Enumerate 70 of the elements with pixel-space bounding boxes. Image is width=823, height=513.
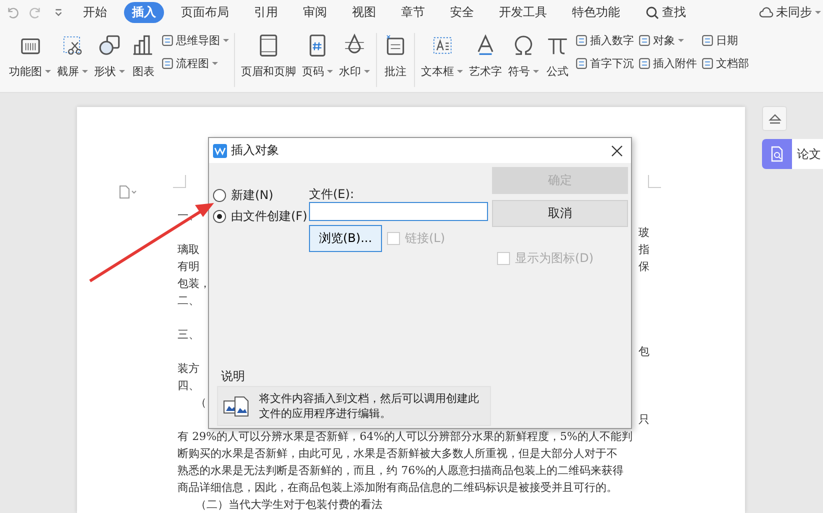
dialog-title: 插入对象 [231, 142, 279, 159]
eject-icon [768, 112, 782, 124]
side-panel-tab[interactable]: 论文 [762, 139, 823, 169]
menu-tab[interactable]: 章节 [393, 2, 433, 23]
menu-tab[interactable]: 插入 [124, 2, 164, 23]
document-text: 包 [638, 344, 650, 360]
toolbar-button[interactable]: 页眉和页脚 [238, 33, 299, 79]
description-heading: 说明 [220, 368, 245, 385]
cloud-icon [759, 6, 774, 20]
undo-icon[interactable] [6, 6, 19, 19]
document-text: 有 29%的人可以分辨水果是否新鲜，64%的人可以分辨部分水果的新鲜程度，5%的人不能判 [178, 429, 632, 445]
sync-status-button[interactable]: 未同步 [759, 4, 821, 21]
toolbar-button[interactable]: 首字下沉 [575, 56, 634, 71]
document-text: 断购买的水果是否新鲜，由此可见，水果是否新鲜被大多数人所重视，但是大部分人对于不 [178, 446, 618, 462]
toolbar-button[interactable]: 功能图 [6, 33, 54, 79]
toolbar-button[interactable]: 水印 [336, 33, 373, 79]
menu-tab[interactable]: 开始 [75, 2, 115, 23]
toolbar-button[interactable]: 流程图 [161, 56, 229, 71]
cancel-button[interactable]: 取消 [492, 200, 628, 227]
menu-tab[interactable]: 页面布局 [173, 2, 237, 23]
menu-tab[interactable]: 视图 [344, 2, 384, 23]
document-text: 玻 [638, 225, 650, 241]
toolbar-button[interactable]: 文本框 [418, 33, 466, 79]
document-text: （二）当代大学生对于包装付费的看法 [194, 497, 383, 513]
document-text: 有明 [178, 259, 200, 275]
toolbar-button[interactable]: 思维导图 [161, 33, 229, 48]
menu-tab[interactable]: 特色功能 [564, 2, 628, 23]
toolbar-button[interactable]: 批注 [380, 33, 411, 79]
document-text: （ [194, 395, 207, 411]
file-label: 文件(E): [309, 187, 355, 201]
toolbar-button[interactable]: 艺术字 [466, 33, 505, 79]
radio-option[interactable]: 由文件创建(F) [213, 208, 309, 224]
shapes-icon [97, 33, 122, 58]
toolbar-button[interactable]: 形状 [91, 33, 128, 79]
toolbar-button[interactable]: 符号 [505, 33, 542, 79]
document-text: 只 [638, 412, 650, 428]
search-icon [645, 6, 660, 20]
description-text: 将文件内容插入到文档，然后可以调用创建此文件的应用程序进行编辑。 [259, 391, 480, 421]
toolbar-button[interactable]: 公式 [542, 33, 573, 79]
document-text: 商品详细信息，因此，在商品包装上添加附有商品信息的二维码标识是被接受并且可行的。 [178, 480, 618, 496]
app-logo-icon [213, 144, 227, 158]
menu-tab[interactable]: 审阅 [295, 2, 335, 23]
document-text: 熟悉的水果是无法判断是否新鲜的，而且，约 76%的人愿意扫描商品包装上的二维码来获得 [178, 463, 624, 479]
menu-tab[interactable]: 安全 [442, 2, 482, 23]
document-text: 装方 [178, 361, 200, 377]
toolbar-button[interactable]: 插入附件 [638, 56, 697, 71]
pictures-icon [223, 395, 249, 417]
toolbar-button[interactable]: 页码 [299, 33, 336, 79]
menu-tab[interactable]: 引用 [246, 2, 286, 23]
document-text: 三、 [178, 327, 200, 343]
toolbar-button[interactable]: 截屏 [54, 33, 91, 79]
toolbar-button[interactable]: 插入数字 [575, 33, 634, 48]
radio-option[interactable]: 新建(N) [213, 187, 309, 203]
document-text: 包装， [178, 276, 211, 292]
collapse-button[interactable] [762, 106, 787, 131]
document-text: 四、 [178, 378, 200, 394]
toolbar-button[interactable]: 对象 [638, 33, 697, 48]
file-input-field[interactable] [309, 202, 488, 221]
menu-tab[interactable]: 开发工具 [491, 2, 555, 23]
browse-button[interactable]: 浏览(B)... [309, 225, 382, 252]
search-button[interactable]: 查找 [645, 4, 686, 21]
document-text: 璃取 [178, 242, 200, 258]
document-search-icon [769, 146, 785, 162]
document-text: 指 [638, 242, 650, 258]
close-icon[interactable] [611, 144, 623, 156]
document-text: 二、 [178, 293, 200, 309]
toolbar-button[interactable]: 文档部 [701, 56, 749, 71]
toolbar-button[interactable]: 日期 [701, 33, 749, 48]
toolbar-button[interactable]: 图表 [128, 33, 159, 79]
document-text: 保 [638, 259, 650, 275]
